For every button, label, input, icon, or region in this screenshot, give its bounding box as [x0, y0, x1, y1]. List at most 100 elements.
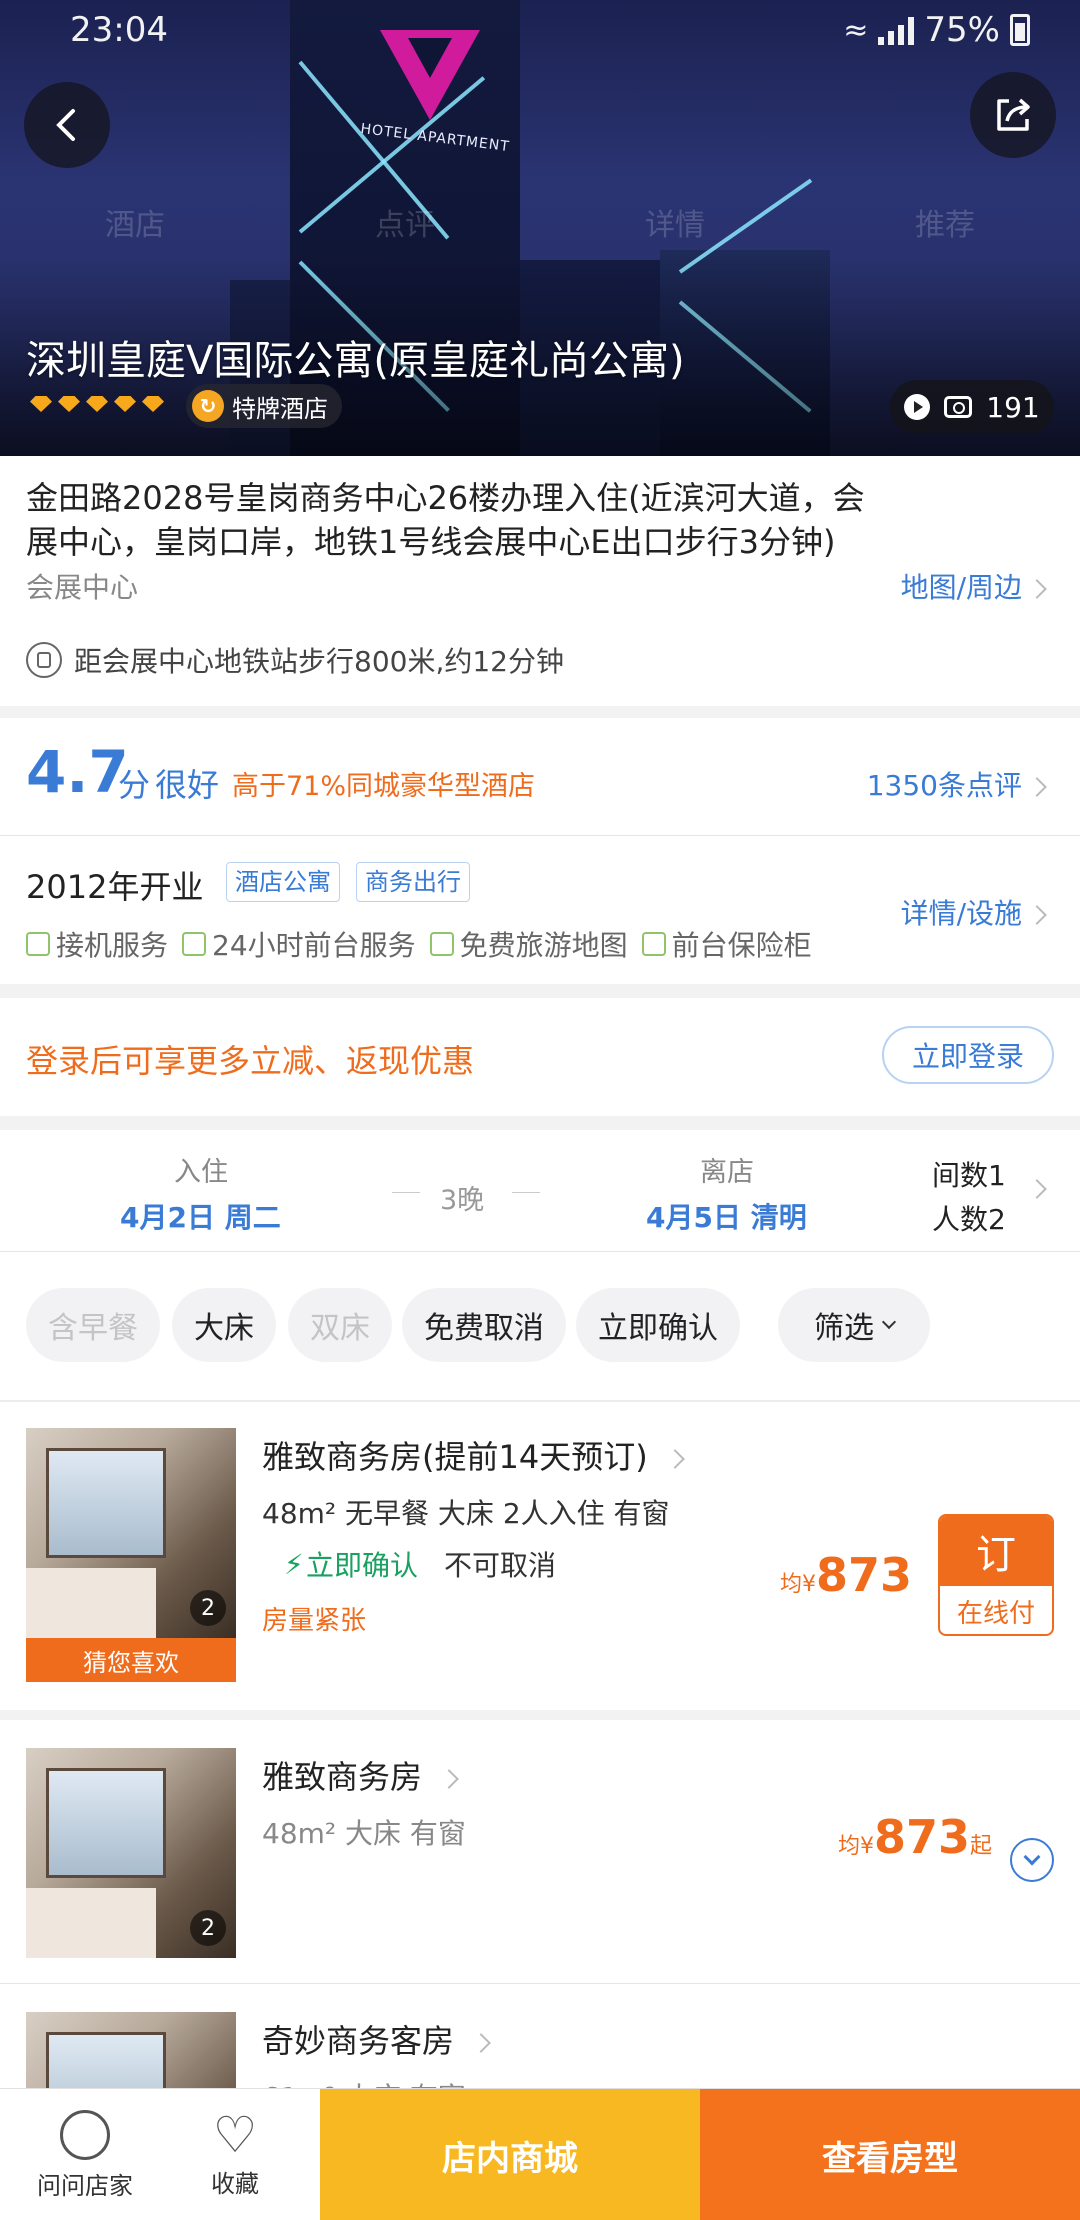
filter-twin-bed[interactable]: 双床 [288, 1288, 392, 1362]
section-divider [0, 984, 1080, 998]
checkin-date[interactable]: 4月2日 周二 [120, 1196, 281, 1236]
filter-bar: 含早餐 大床 双床 免费取消 立即确认 筛选 [0, 1252, 1080, 1400]
room-card[interactable]: 2 猜您喜欢 雅致商务房(提前14天预订) 48m² 无早餐 大床 2人入住 有… [0, 1402, 1080, 1710]
filter-free-cancel[interactable]: 免费取消 [402, 1288, 566, 1362]
book-button[interactable]: 订 在线付 [938, 1514, 1054, 1636]
tab-hotel: 酒店 [105, 208, 165, 243]
login-button[interactable]: 立即登录 [882, 1026, 1054, 1084]
room-guest-selector[interactable]: 间数1 人数2 [932, 1154, 1006, 1242]
chevron-down-icon [1023, 1848, 1041, 1866]
share-icon [997, 98, 1030, 131]
room-photo-bed [26, 1568, 156, 1638]
opened-year: 2012年开业 [26, 868, 204, 906]
status-bar: 23:04 ≈ 75% [0, 0, 1080, 64]
category-chip: 商务出行 [356, 862, 470, 902]
address-text: 金田路2028号皇岗商务中心26楼办理入住(近滨河大道，会展中心，皇岗口岸，地铁… [26, 476, 866, 610]
expand-room-button[interactable] [1010, 1838, 1054, 1882]
service-label: 接机服务 [56, 929, 169, 962]
filter-more-button[interactable]: 筛选 [778, 1288, 930, 1362]
room-name[interactable]: 奇妙商务客房 [262, 2016, 491, 2062]
checkout-date[interactable]: 4月5日 清明 [646, 1196, 807, 1236]
metro-text: 距会展中心地铁站步行800米,约12分钟 [74, 645, 564, 678]
service-label: 前台保险柜 [671, 929, 812, 962]
service-item: 24小时前台服务 [182, 924, 416, 964]
filter-instant-confirm[interactable]: 立即确认 [576, 1288, 740, 1362]
pay-online-label: 在线付 [956, 1598, 1035, 1629]
rating-score: 4.7 [26, 738, 129, 806]
price-prefix: 均¥ [780, 1572, 816, 1597]
rating-section[interactable]: 4.7 分 很好 高于71%同城豪华型酒店 1350条点评 [0, 718, 1080, 836]
ask-label: 问问店家 [37, 2171, 133, 2200]
room-price: 均¥873 [780, 1548, 912, 1602]
section-divider [0, 1116, 1080, 1130]
checkout-label: 离店 [700, 1157, 754, 1188]
rating-desc: 很好 [155, 766, 220, 804]
share-button[interactable] [970, 72, 1056, 158]
special-tag-label: 特牌酒店 [232, 394, 328, 423]
details-facilities-link[interactable]: 详情/设施 [901, 892, 1047, 932]
favorite-button[interactable]: ♡ 收藏 [170, 2089, 300, 2220]
service-item: 前台保险柜 [641, 924, 812, 964]
favorite-label: 收藏 [211, 2169, 259, 2198]
rating-rank: 高于71%同城豪华型酒店 [232, 771, 536, 802]
photo-gallery-button[interactable]: 191 [890, 380, 1054, 434]
section-divider [0, 706, 1080, 718]
divider-line [512, 1192, 540, 1193]
room-spec: 61m² 大床 有窗 [262, 2076, 466, 2088]
safe-icon [641, 932, 666, 956]
price-prefix: 均¥ [838, 1834, 874, 1859]
room-name[interactable]: 雅致商务房 [262, 1752, 459, 1798]
view-rooms-button[interactable]: 查看房型 [700, 2089, 1080, 2220]
service-label: 24小时前台服务 [212, 929, 416, 962]
back-button[interactable] [24, 82, 110, 168]
price-value: 873 [816, 1548, 913, 1602]
service-label: 免费旅游地图 [459, 929, 628, 962]
login-promo: 登录后可享更多立减、返现优惠 立即登录 [0, 998, 1080, 1116]
room-photo[interactable] [26, 2012, 236, 2088]
promo-text: 登录后可享更多立减、返现优惠 [26, 1042, 475, 1080]
chevron-left-icon [56, 109, 75, 141]
chevron-right-icon [664, 1449, 685, 1469]
facilities-section[interactable]: 2012年开业 酒店公寓 商务出行 接机服务 24小时前台服务 免费旅游地图 前… [0, 836, 1080, 984]
price-suffix: 起 [970, 1834, 993, 1859]
room-spec: 48m² 无早餐 大床 2人入住 有窗 [262, 1497, 670, 1530]
instant-confirm-tag: 立即确认 [306, 1549, 419, 1582]
diamond-icon [86, 396, 108, 412]
special-hotel-tag[interactable]: ↻ 特牌酒店 [186, 384, 342, 428]
room-card[interactable]: 奇妙商务客房 61m² 大床 有窗 [0, 1984, 1080, 2088]
tab-recommend: 推荐 [915, 208, 975, 243]
ask-hotel-button[interactable]: 问问店家 [20, 2089, 150, 2220]
reviews-link[interactable]: 1350条点评 [866, 764, 1047, 804]
chevron-down-icon [881, 1314, 897, 1330]
hotel-mall-button[interactable]: 店内商城 [320, 2089, 700, 2220]
photo-count-badge: 2 [190, 1910, 226, 1946]
room-photo[interactable]: 2 [26, 1748, 236, 1958]
reviews-count: 1350条点评 [866, 769, 1022, 802]
room-name[interactable]: 雅致商务房(提前14天预订) [262, 1432, 685, 1478]
filter-more-label: 筛选 [814, 1311, 874, 1346]
room-spec: 48m² 大床 有窗 [262, 1817, 466, 1850]
chevron-right-icon [471, 2033, 491, 2053]
date-selector[interactable]: 入住 4月2日 周二 3晚 离店 4月5日 清明 间数1 人数2 [0, 1130, 1080, 1252]
filter-breakfast[interactable]: 含早餐 [26, 1288, 160, 1362]
nights-count: 3晚 [440, 1185, 485, 1216]
address-section: 金田路2028号皇岗商务中心26楼办理入住(近滨河大道，会展中心，皇岗口岸，地铁… [0, 456, 1080, 706]
room-card[interactable]: 2 雅致商务房 48m² 大床 有窗 均¥873起 [0, 1720, 1080, 1984]
room-stock-status: 房量紧张 [262, 1606, 367, 1636]
chevron-right-icon [1027, 777, 1047, 797]
recommend-badge: 猜您喜欢 [26, 1638, 236, 1682]
status-time: 23:04 [70, 10, 168, 50]
map-nearby-link[interactable]: 地图/周边 [901, 566, 1047, 606]
heart-icon: ♡ [212, 2105, 258, 2164]
chevron-right-icon [1027, 905, 1047, 925]
photo-count: 191 [986, 390, 1040, 424]
rating-unit: 分 [118, 766, 151, 804]
room-photo[interactable]: 2 [26, 1428, 236, 1638]
star-rating [30, 396, 164, 412]
service-item: 接机服务 [26, 924, 168, 964]
filter-king-bed[interactable]: 大床 [172, 1288, 276, 1362]
room-name-label: 奇妙商务客房 [262, 2022, 455, 2060]
divider-line [392, 1192, 420, 1193]
wifi-icon: ≈ [843, 12, 869, 48]
service-item: 免费旅游地图 [429, 924, 628, 964]
